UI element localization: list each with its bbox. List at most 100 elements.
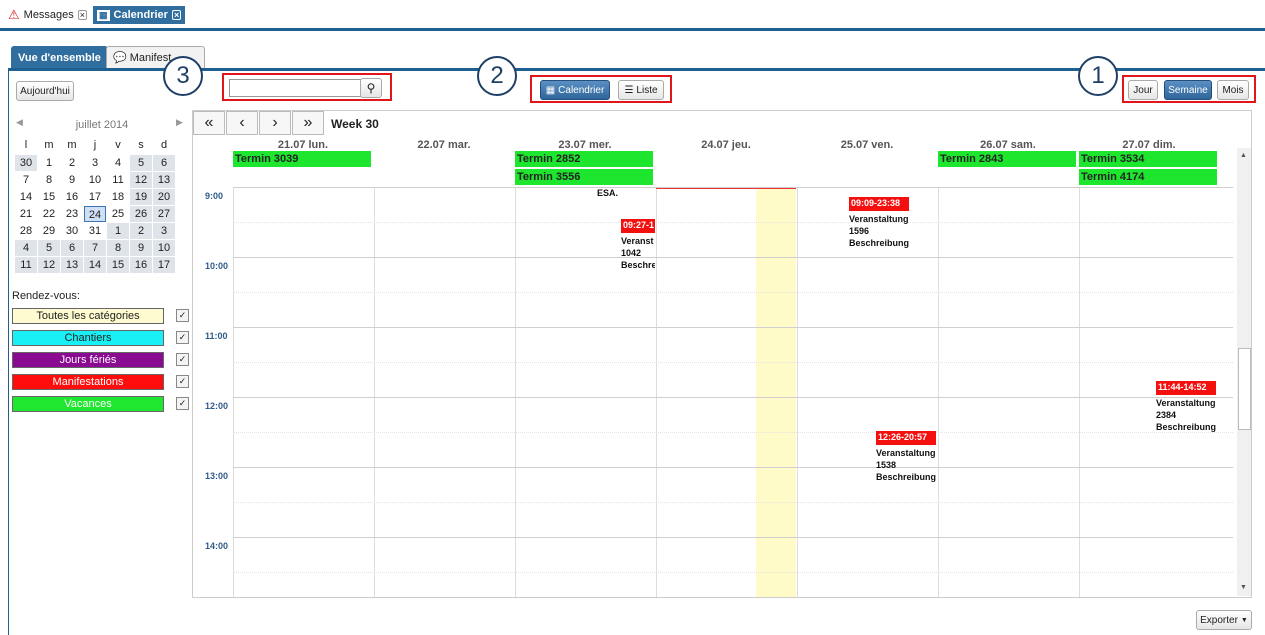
mini-calendar-day[interactable]: 14 xyxy=(15,189,37,205)
category-checkbox[interactable]: ✓ xyxy=(176,375,189,388)
event-time[interactable]: 09:09-23:38 xyxy=(849,197,909,211)
category-checkbox[interactable]: ✓ xyxy=(176,309,189,322)
mini-calendar-day[interactable]: 22 xyxy=(38,206,60,222)
all-day-event[interactable]: Termin 3534 xyxy=(1079,151,1217,167)
tab-messages[interactable]: ⚠ Messages × xyxy=(4,6,91,24)
mini-calendar-day[interactable]: 3 xyxy=(84,155,106,171)
event-time[interactable]: 12:26-20:57 xyxy=(876,431,936,445)
scrollbar[interactable]: ▲ ▼ xyxy=(1237,148,1251,596)
scroll-down-icon[interactable]: ▼ xyxy=(1240,584,1247,591)
prev-button[interactable]: ‹ xyxy=(226,111,258,135)
event-text[interactable]: 1538 xyxy=(876,459,896,471)
category-checkbox[interactable]: ✓ xyxy=(176,397,189,410)
mini-calendar-day[interactable]: 21 xyxy=(15,206,37,222)
tab-vue-ensemble[interactable]: Vue d'ensemble xyxy=(11,46,108,68)
mini-calendar-day[interactable]: 2 xyxy=(130,223,152,239)
calendar-view-button[interactable]: ▦ Calendrier xyxy=(540,80,610,100)
event-text[interactable]: Veranstaltung xyxy=(1156,397,1216,409)
mini-calendar-day[interactable]: 4 xyxy=(107,155,129,171)
mini-calendar-day[interactable]: 23 xyxy=(61,206,83,222)
mini-calendar-day[interactable]: 26 xyxy=(130,206,152,222)
event-text[interactable]: 1596 xyxy=(849,225,869,237)
mini-calendar-day[interactable]: 25 xyxy=(107,206,129,222)
mini-calendar-day[interactable]: 27 xyxy=(153,206,175,222)
mini-calendar-day[interactable]: 30 xyxy=(15,155,37,171)
mini-calendar-day[interactable]: 9 xyxy=(130,240,152,256)
mini-calendar-day[interactable]: 11 xyxy=(107,172,129,188)
category-checkbox[interactable]: ✓ xyxy=(176,331,189,344)
category-checkbox[interactable]: ✓ xyxy=(176,353,189,366)
mini-calendar-day[interactable]: 6 xyxy=(153,155,175,171)
scroll-up-icon[interactable]: ▲ xyxy=(1240,152,1247,159)
mini-calendar-day[interactable]: 12 xyxy=(38,257,60,273)
day-button[interactable]: Jour xyxy=(1128,80,1158,100)
mini-calendar-day[interactable]: 24 xyxy=(84,206,106,222)
mini-calendar-day[interactable]: 1 xyxy=(38,155,60,171)
mini-calendar-day[interactable]: 5 xyxy=(38,240,60,256)
mini-calendar-day[interactable]: 10 xyxy=(84,172,106,188)
event-text[interactable]: 2384 xyxy=(1156,409,1176,421)
mini-calendar-day[interactable]: 30 xyxy=(61,223,83,239)
next-month-icon[interactable]: ▶ xyxy=(176,117,183,128)
mini-calendar-day[interactable]: 4 xyxy=(15,240,37,256)
mini-calendar-day[interactable]: 9 xyxy=(61,172,83,188)
category-4[interactable]: Vacances xyxy=(12,396,164,412)
list-view-button[interactable]: ☰ Liste xyxy=(618,80,664,100)
week-button[interactable]: Semaine xyxy=(1164,80,1212,100)
close-icon[interactable]: × xyxy=(171,10,182,20)
mini-calendar-day[interactable]: 11 xyxy=(15,257,37,273)
mini-calendar-day[interactable]: 13 xyxy=(153,172,175,188)
event-time[interactable]: 09:27-1 xyxy=(621,219,655,233)
mini-calendar-day[interactable]: 19 xyxy=(130,189,152,205)
mini-calendar-day[interactable]: 15 xyxy=(107,257,129,273)
mini-calendar-day[interactable]: 15 xyxy=(38,189,60,205)
mini-calendar-day[interactable]: 8 xyxy=(38,172,60,188)
prev-fast-button[interactable]: « xyxy=(193,111,225,135)
month-button[interactable]: Mois xyxy=(1217,80,1249,100)
mini-calendar-day[interactable]: 3 xyxy=(153,223,175,239)
event-text[interactable]: Veranst xyxy=(621,235,654,247)
search-button[interactable]: ⚲ xyxy=(360,78,382,98)
all-day-event[interactable]: Termin 3039 xyxy=(233,151,371,167)
mini-calendar-day[interactable]: 14 xyxy=(84,257,106,273)
scrollbar-thumb[interactable] xyxy=(1238,348,1251,430)
all-day-event[interactable]: Termin 4174 xyxy=(1079,169,1217,185)
next-fast-button[interactable]: » xyxy=(292,111,324,135)
event-text[interactable]: Beschreibung xyxy=(849,237,909,249)
event-time[interactable]: 11:44-14:52 xyxy=(1156,381,1216,395)
mini-calendar-day[interactable]: 17 xyxy=(84,189,106,205)
mini-calendar-day[interactable]: 16 xyxy=(130,257,152,273)
mini-calendar-day[interactable]: 28 xyxy=(15,223,37,239)
event-text[interactable]: Beschre xyxy=(621,259,655,271)
mini-calendar-day[interactable]: 31 xyxy=(84,223,106,239)
mini-calendar-day[interactable]: 16 xyxy=(61,189,83,205)
category-1[interactable]: Chantiers xyxy=(12,330,164,346)
mini-calendar-day[interactable]: 12 xyxy=(130,172,152,188)
export-button[interactable]: Exporter ▼ xyxy=(1196,610,1252,630)
mini-calendar-day[interactable]: 20 xyxy=(153,189,175,205)
event-text[interactable]: Beschreibung xyxy=(876,471,936,483)
category-2[interactable]: Jours fériés xyxy=(12,352,164,368)
event-text[interactable]: Veranstaltung xyxy=(876,447,936,459)
mini-calendar-day[interactable]: 1 xyxy=(107,223,129,239)
mini-calendar-day[interactable]: 29 xyxy=(38,223,60,239)
all-day-event[interactable]: Termin 2852 xyxy=(515,151,653,167)
next-button[interactable]: › xyxy=(259,111,291,135)
mini-calendar-day[interactable]: 5 xyxy=(130,155,152,171)
mini-calendar-day[interactable]: 7 xyxy=(15,172,37,188)
close-icon[interactable]: × xyxy=(77,10,88,20)
mini-calendar-day[interactable]: 8 xyxy=(107,240,129,256)
category-3[interactable]: Manifestations xyxy=(12,374,164,390)
all-day-event[interactable]: Termin 2843 xyxy=(938,151,1076,167)
mini-calendar-day[interactable]: 13 xyxy=(61,257,83,273)
today-button[interactable]: Aujourd'hui xyxy=(16,81,74,101)
tab-calendrier[interactable]: ▦ Calendrier × xyxy=(93,6,186,24)
category-0[interactable]: Toutes les catégories xyxy=(12,308,164,324)
search-input[interactable] xyxy=(229,79,363,97)
mini-calendar-day[interactable]: 10 xyxy=(153,240,175,256)
all-day-event[interactable]: Termin 3556 xyxy=(515,169,653,185)
mini-calendar-day[interactable]: 7 xyxy=(84,240,106,256)
event-text[interactable]: 1042 xyxy=(621,247,641,259)
mini-calendar-day[interactable]: 2 xyxy=(61,155,83,171)
event-text[interactable]: Veranstaltung xyxy=(849,213,909,225)
